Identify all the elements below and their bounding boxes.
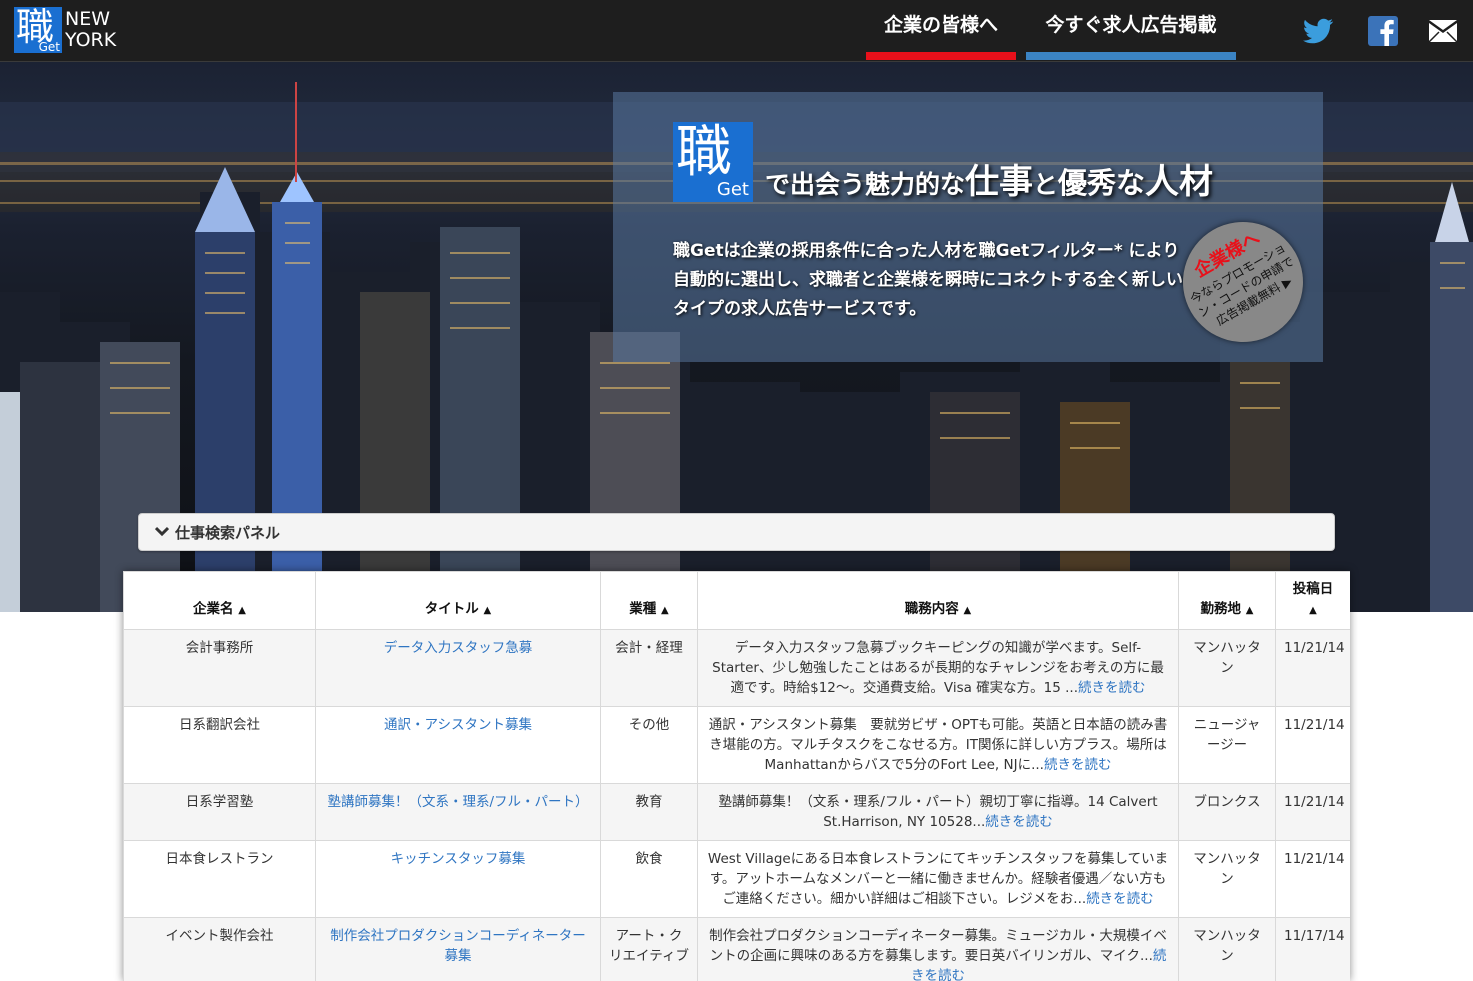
cell-company: 会計事務所: [123, 629, 316, 707]
cell-date: 11/17/14: [1275, 917, 1350, 981]
cell-industry: 教育: [600, 783, 698, 841]
sort-header-title[interactable]: タイトル ▲: [315, 571, 601, 630]
cell-date: 11/21/14: [1275, 840, 1350, 918]
tagline-part: で出会う魅力的な: [765, 170, 966, 199]
job-title-link[interactable]: 通訳・アシスタント募集: [384, 717, 532, 733]
logo-city: NEW YORK: [65, 9, 116, 51]
tagline-emphasis: 仕事: [965, 162, 1034, 202]
table-row: イベント製作会社 制作会社プロダクションコーディネーター募集 アート・クリエイテ…: [123, 917, 1350, 981]
job-title-link[interactable]: キッチンスタッフ募集: [391, 851, 526, 867]
logo-get: Get: [38, 40, 60, 54]
header-label: 業種: [629, 601, 657, 617]
cell-location: ブロンクス: [1178, 783, 1276, 841]
cell-title: 塾講師募集！（文系・理系/フル・パート）: [315, 783, 601, 841]
sort-up-icon: ▲: [963, 605, 972, 616]
promo-logo-get: Get: [716, 179, 749, 200]
table-row: 日系翻訳会社 通訳・アシスタント募集 その他 通訳・アシスタント募集 要就労ビザ…: [123, 706, 1350, 784]
mail-icon[interactable]: [1426, 14, 1460, 48]
job-search-panel-toggle[interactable]: 仕事検索パネル: [138, 513, 1335, 551]
logo-city-line2: YORK: [65, 29, 117, 51]
tagline-part: と: [1033, 170, 1059, 199]
cell-industry: その他: [600, 706, 698, 784]
read-more-link[interactable]: 続きを読む: [1044, 757, 1112, 773]
nav-post-job-ad-link[interactable]: 今すぐ求人広告掲載: [1026, 0, 1236, 50]
read-more-link[interactable]: 続きを読む: [985, 814, 1053, 830]
cell-date: 11/21/14: [1275, 706, 1350, 784]
cell-industry: 会計・経理: [600, 629, 698, 707]
cell-location: マンハッタン: [1178, 917, 1276, 981]
table-row: 日本食レストラン キッチンスタッフ募集 飲食 West Villageにある日本…: [123, 840, 1350, 918]
cell-industry: 飲食: [600, 840, 698, 918]
table-row: 日系学習塾 塾講師募集！（文系・理系/フル・パート） 教育 塾講師募集！（文系・…: [123, 783, 1350, 841]
sort-up-icon: ▲: [1309, 605, 1317, 616]
header-label: 投稿日: [1292, 581, 1334, 597]
cell-company: 日本食レストラン: [123, 840, 316, 918]
cell-description: データ入力スタッフ急募ブックキーピングの知識が学べます。Self-Starter…: [697, 629, 1179, 707]
facebook-icon[interactable]: [1366, 14, 1400, 48]
cell-location: マンハッタン: [1178, 629, 1276, 707]
job-title-link[interactable]: 制作会社プロダクションコーディネーター募集: [330, 928, 586, 964]
hero-tagline: で出会う魅力的な仕事と優秀な人材: [765, 154, 1213, 203]
promo-badge-button[interactable]: 企業様へ 今ならプロモーション・コードの申請で広告掲載無料 ▶: [1161, 200, 1325, 364]
cell-description: 通訳・アシスタント募集 要就労ビザ・OPTも可能。英語と日本語の読み書き堪能の方…: [697, 706, 1179, 784]
cell-date: 11/21/14: [1275, 629, 1350, 707]
sort-up-icon: ▲: [483, 605, 492, 616]
logo-mark: 職 Get: [14, 5, 62, 54]
header-label: タイトル: [424, 601, 479, 617]
nav-for-companies[interactable]: 企業の皆様へ: [866, 0, 1016, 62]
search-panel-label: 仕事検索パネル: [175, 524, 281, 542]
cell-title: キッチンスタッフ募集: [315, 840, 601, 918]
cell-description: West Villageにある日本食レストランにてキッチンスタッフを募集していま…: [697, 840, 1179, 918]
table-header-row: 企業名 ▲ タイトル ▲ 業種 ▲ 職務内容 ▲ 勤務地 ▲ 投稿日 ▲: [123, 571, 1350, 630]
job-listing-table: 企業名 ▲ タイトル ▲ 業種 ▲ 職務内容 ▲ 勤務地 ▲ 投稿日 ▲ 会計事務…: [123, 571, 1350, 981]
sort-header-industry[interactable]: 業種 ▲: [600, 571, 698, 630]
table-row: 会計事務所 データ入力スタッフ急募 会計・経理 データ入力スタッフ急募ブックキー…: [123, 629, 1350, 707]
cell-title: 制作会社プロダクションコーディネーター募集: [315, 917, 601, 981]
sort-header-company[interactable]: 企業名 ▲: [123, 571, 316, 630]
job-title-link[interactable]: 塾講師募集！（文系・理系/フル・パート）: [327, 794, 588, 810]
tagline-emphasis: 優秀な: [1058, 166, 1146, 200]
chevron-down-icon: [155, 526, 169, 537]
nav-post-job-ad[interactable]: 今すぐ求人広告掲載: [1026, 0, 1236, 62]
cell-description: 塾講師募集！（文系・理系/フル・パート）親切丁寧に指導。14 Calvert S…: [697, 783, 1179, 841]
logo-city-line1: NEW: [65, 8, 111, 30]
description-text: 塾講師募集！（文系・理系/フル・パート）親切丁寧に指導。14 Calvert S…: [718, 794, 1158, 830]
promo-logo: 職 Get: [673, 120, 753, 202]
read-more-link[interactable]: 続きを読む: [1078, 680, 1146, 696]
nav-accent-bar: [1026, 52, 1236, 60]
sort-up-icon: ▲: [1245, 605, 1254, 616]
description-text: 制作会社プロダクションコーディネーター募集。ミュージカル・大規模イベントの企画に…: [709, 928, 1167, 964]
promo-panel: 職 Get で出会う魅力的な仕事と優秀な人材 職Getは企業の採用条件に合った人…: [613, 92, 1325, 364]
hero-description: 職Getは企業の採用条件に合った人材を職Getフィルター* により自動的に選出し…: [673, 241, 1183, 319]
cell-title: 通訳・アシスタント募集: [315, 706, 601, 784]
cell-location: ニュージャージー: [1178, 706, 1276, 784]
nav-accent-bar: [866, 52, 1016, 60]
promo-logo-kanji: 職: [676, 120, 732, 185]
sort-header-date[interactable]: 投稿日 ▲: [1275, 571, 1350, 630]
top-navigation-bar: 職 Get NEW YORK 企業の皆様へ 今すぐ求人広告掲載: [0, 0, 1473, 62]
header-label: 職務内容: [904, 601, 959, 617]
cell-title: データ入力スタッフ急募: [315, 629, 601, 707]
cell-company: 日系学習塾: [123, 783, 316, 841]
sort-header-location[interactable]: 勤務地 ▲: [1178, 571, 1276, 630]
header-label: 企業名: [193, 601, 234, 617]
cell-location: マンハッタン: [1178, 840, 1276, 918]
read-more-link[interactable]: 続きを読む: [1086, 891, 1154, 907]
sort-up-icon: ▲: [238, 605, 246, 616]
cell-company: 日系翻訳会社: [123, 706, 316, 784]
site-logo[interactable]: 職 Get NEW YORK: [14, 5, 116, 54]
cell-date: 11/21/14: [1275, 783, 1350, 841]
cell-industry: アート・クリエイティブ: [600, 917, 698, 981]
header-label: 勤務地: [1200, 601, 1242, 617]
sort-header-description[interactable]: 職務内容 ▲: [697, 571, 1179, 630]
sort-up-icon: ▲: [661, 605, 669, 616]
cell-description: 制作会社プロダクションコーディネーター募集。ミュージカル・大規模イベントの企画に…: [697, 917, 1179, 981]
nav-for-companies-link[interactable]: 企業の皆様へ: [866, 0, 1016, 50]
cell-company: イベント製作会社: [123, 917, 316, 981]
twitter-icon[interactable]: [1301, 14, 1335, 48]
tagline-emphasis: 人材: [1145, 162, 1214, 202]
job-title-link[interactable]: データ入力スタッフ急募: [384, 640, 533, 656]
